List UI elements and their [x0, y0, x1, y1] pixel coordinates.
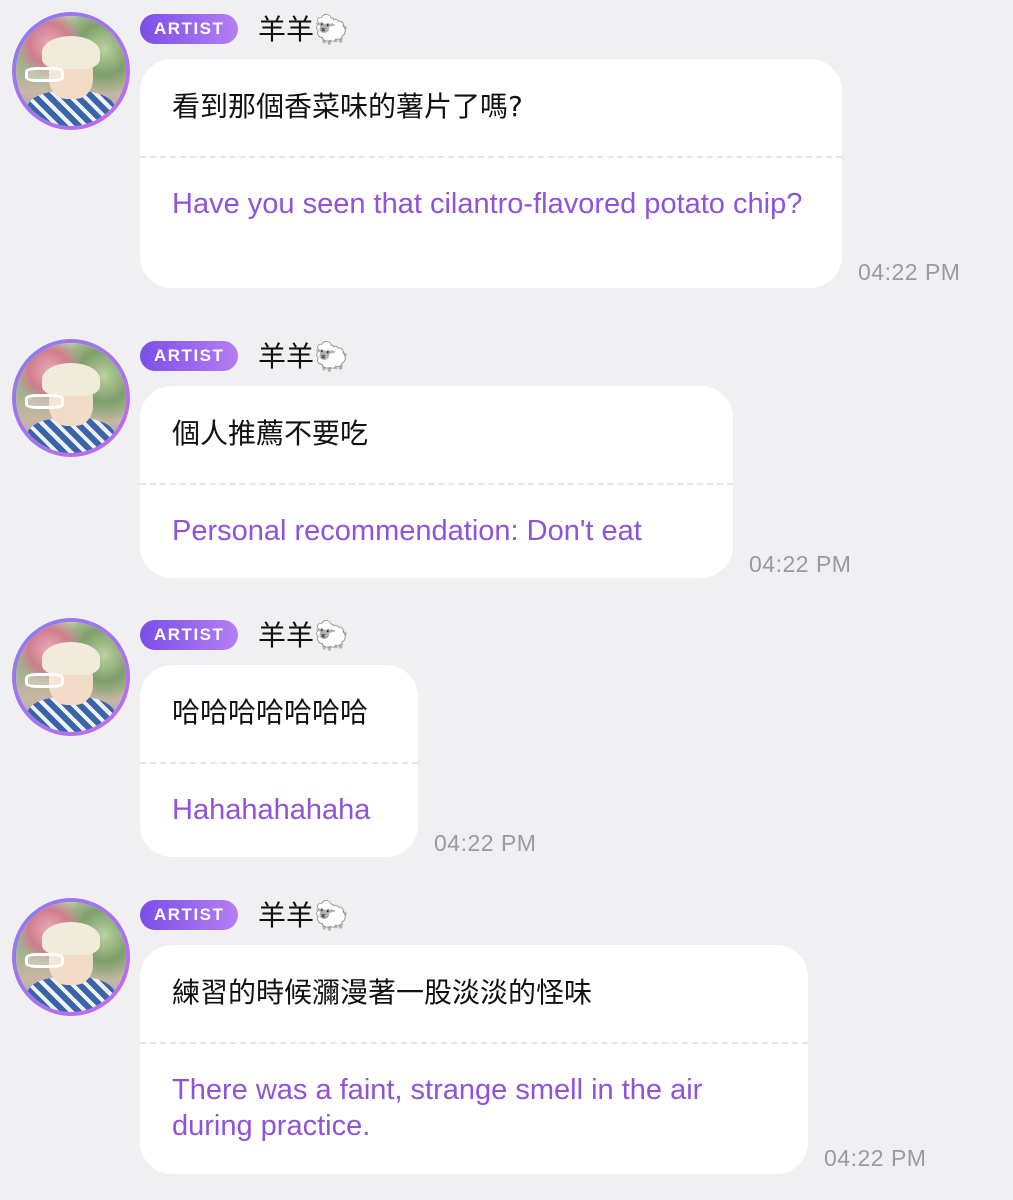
- avatar-glasses: [24, 672, 65, 688]
- message-bubble[interactable]: 個人推薦不要吃 Personal recommendation: Don't e…: [140, 386, 733, 578]
- artist-badge: ARTIST: [140, 341, 239, 371]
- translation-divider: [140, 1042, 808, 1044]
- translation-text: Have you seen that cilantro-flavored pot…: [172, 188, 803, 220]
- message-bubble[interactable]: 看到那個香菜味的薯片了嗎? Have you seen that cilantr…: [140, 59, 842, 288]
- artist-badge: ARTIST: [140, 900, 239, 930]
- chat-message: ARTIST 羊羊🐑 個人推薦不要吃 Personal recommendati…: [0, 327, 1013, 587]
- original-text: 個人推薦不要吃: [172, 417, 369, 450]
- avatar-hair: [42, 35, 100, 69]
- avatar-photo: [16, 902, 126, 1012]
- chat-message: ARTIST 羊羊🐑 看到那個香菜味的薯片了嗎? Have you seen t…: [0, 0, 1013, 300]
- artist-avatar[interactable]: [12, 339, 130, 457]
- original-text: 看到那個香菜味的薯片了嗎?: [172, 90, 523, 123]
- translation-text: Hahahahahaha: [172, 794, 371, 826]
- artist-avatar[interactable]: [12, 898, 130, 1016]
- sender-name: 羊羊🐑: [258, 899, 349, 932]
- avatar-glasses: [24, 393, 65, 409]
- avatar-hair: [42, 641, 100, 675]
- original-text: 哈哈哈哈哈哈哈: [172, 696, 369, 729]
- message-bubble[interactable]: 練習的時候瀰漫著一股淡淡的怪味 There was a faint, stran…: [140, 945, 808, 1174]
- sender-name: 羊羊🐑: [258, 13, 349, 46]
- translation-text: Personal recommendation: Don't eat: [172, 515, 642, 547]
- artist-badge: ARTIST: [140, 14, 239, 44]
- avatar-glasses: [24, 952, 65, 968]
- original-text: 練習的時候瀰漫著一股淡淡的怪味: [172, 976, 593, 1009]
- chat-message: ARTIST 羊羊🐑 哈哈哈哈哈哈哈 Hahahahahaha 04:22 PM: [0, 606, 1013, 866]
- translation-divider: [140, 483, 733, 485]
- message-bubble[interactable]: 哈哈哈哈哈哈哈 Hahahahahaha: [140, 665, 418, 857]
- translation-text: There was a faint, strange smell in the …: [172, 1074, 703, 1142]
- chat-message: ARTIST 羊羊🐑 練習的時候瀰漫著一股淡淡的怪味 There was a f…: [0, 886, 1013, 1186]
- avatar-photo: [16, 343, 126, 453]
- avatar-photo: [16, 622, 126, 732]
- sender-name: 羊羊🐑: [258, 340, 349, 373]
- sender-name: 羊羊🐑: [258, 619, 349, 652]
- translation-divider: [140, 156, 842, 158]
- avatar-glasses: [24, 66, 65, 82]
- translation-divider: [140, 762, 418, 764]
- message-timestamp: 04:22 PM: [749, 551, 852, 577]
- artist-avatar[interactable]: [12, 12, 130, 130]
- message-timestamp: 04:22 PM: [858, 259, 961, 285]
- message-timestamp: 04:22 PM: [434, 830, 537, 856]
- avatar-hair: [42, 362, 100, 396]
- artist-avatar[interactable]: [12, 618, 130, 736]
- message-timestamp: 04:22 PM: [824, 1145, 927, 1171]
- avatar-hair: [42, 921, 100, 955]
- avatar-photo: [16, 16, 126, 126]
- artist-badge: ARTIST: [140, 620, 239, 650]
